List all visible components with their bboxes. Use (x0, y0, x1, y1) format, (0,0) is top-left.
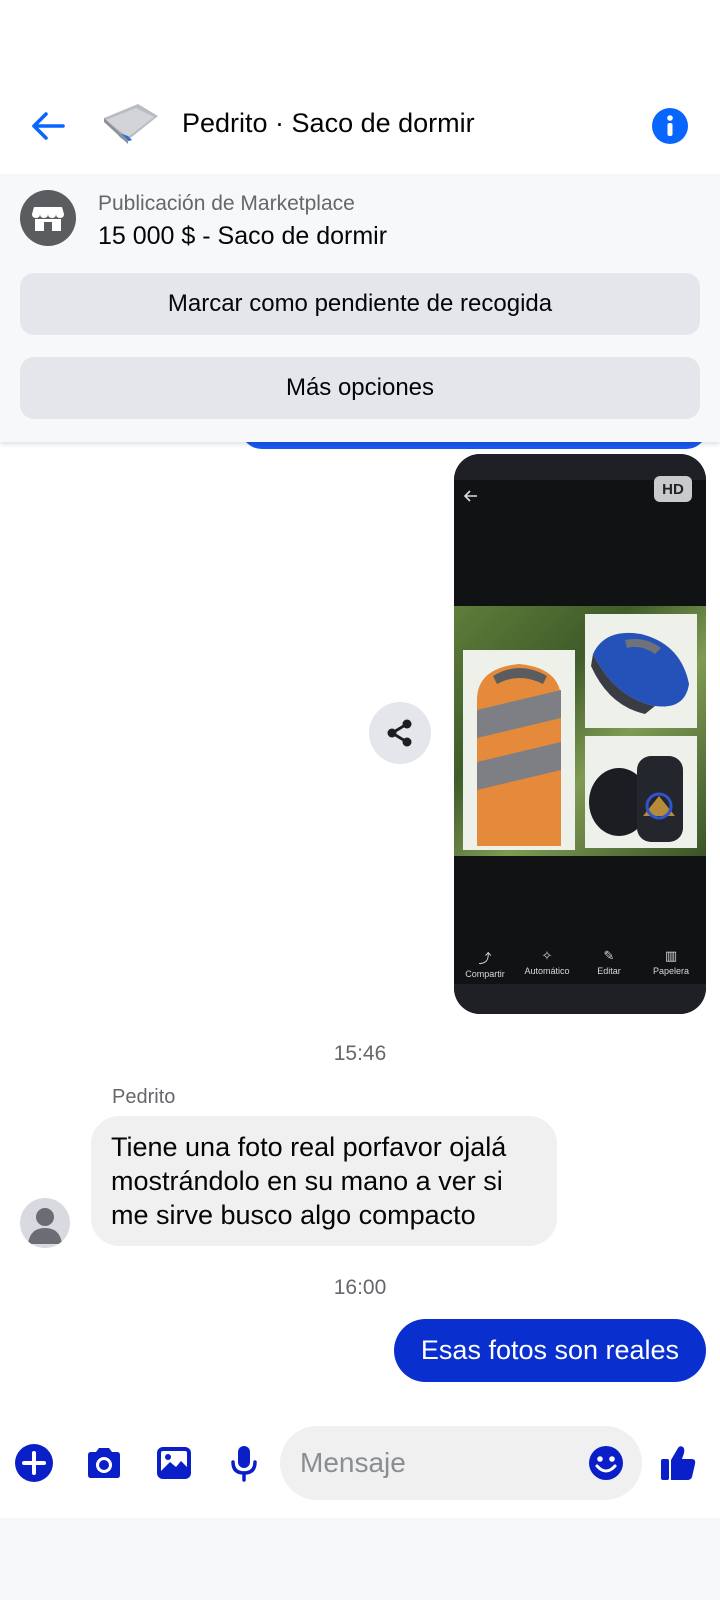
listing-thumbnail[interactable] (98, 100, 162, 154)
tool-trash: ▥ Papelera (640, 948, 702, 976)
tool-edit: ✎ Editar (578, 948, 640, 976)
incoming-message-bubble[interactable]: Tiene una foto real porfavor ojalá mostr… (91, 1116, 557, 1246)
gallery-button[interactable] (154, 1443, 194, 1483)
image-bottom-bar (454, 984, 706, 1014)
timestamp: 15:46 (333, 1042, 387, 1065)
sleeping-bag-photo (454, 606, 706, 856)
camera-icon (88, 1448, 120, 1478)
image-back-arrow-icon (464, 490, 477, 502)
blue-sleeping-bag-picture (585, 614, 697, 728)
tool-share: ⤴ Compartir (454, 948, 516, 979)
sender-name: Pedrito (112, 1086, 176, 1108)
tool-auto-label: Automático (524, 966, 570, 976)
avatar[interactable] (20, 1198, 70, 1248)
share-icon (387, 719, 412, 747)
thumbs-up-icon (661, 1446, 696, 1480)
packed-sleeping-bags-picture (585, 736, 697, 848)
hd-badge[interactable]: HD (654, 476, 692, 502)
tool-auto: ✧ Automático (516, 948, 578, 976)
tool-trash-label: Papelera (652, 966, 690, 976)
trash-icon: ▥ (664, 948, 678, 963)
bottom-area (0, 1518, 720, 1600)
arrow-left-icon (32, 112, 65, 140)
smiley-icon (589, 1446, 623, 1480)
tool-edit-label: Editar (597, 966, 621, 976)
listing-price-title: 15 000 $ - Saco de dormir (98, 222, 388, 250)
message-placeholder: Mensaje (300, 1447, 406, 1478)
more-options-button[interactable]: Más opciones (20, 357, 700, 419)
back-button[interactable] (28, 106, 68, 146)
add-button[interactable] (14, 1443, 54, 1483)
timestamp: 16:00 (333, 1276, 387, 1299)
person-icon (28, 1208, 62, 1244)
orange-sleeping-bag-picture (463, 650, 575, 850)
image-icon (157, 1447, 191, 1479)
chat-title: Pedrito · Saco de dormir (182, 108, 475, 138)
like-button[interactable] (658, 1443, 698, 1483)
emoji-button[interactable] (588, 1445, 624, 1481)
outgoing-message-bubble[interactable]: Esas fotos son reales (394, 1319, 706, 1382)
mark-pending-pickup-button[interactable]: Marcar como pendiente de recogida (20, 273, 700, 335)
tool-share-label: Compartir (465, 969, 505, 979)
image-message[interactable]: HD ⤴ Compartir ✧ Automático ✎ Editar ▥ P… (454, 454, 706, 1014)
camera-button[interactable] (84, 1443, 124, 1483)
store-icon (20, 190, 76, 246)
voice-button[interactable] (224, 1443, 264, 1483)
microphone-icon (231, 1446, 257, 1482)
info-button[interactable] (652, 108, 688, 144)
share-small-icon: ⤴ (478, 951, 492, 966)
info-icon (667, 115, 673, 136)
share-button[interactable] (369, 702, 431, 764)
pencil-icon: ✎ (603, 948, 615, 963)
plus-circle-icon (15, 1444, 53, 1482)
marketplace-label: Publicación de Marketplace (98, 192, 355, 215)
magic-wand-icon: ✧ (541, 948, 553, 963)
